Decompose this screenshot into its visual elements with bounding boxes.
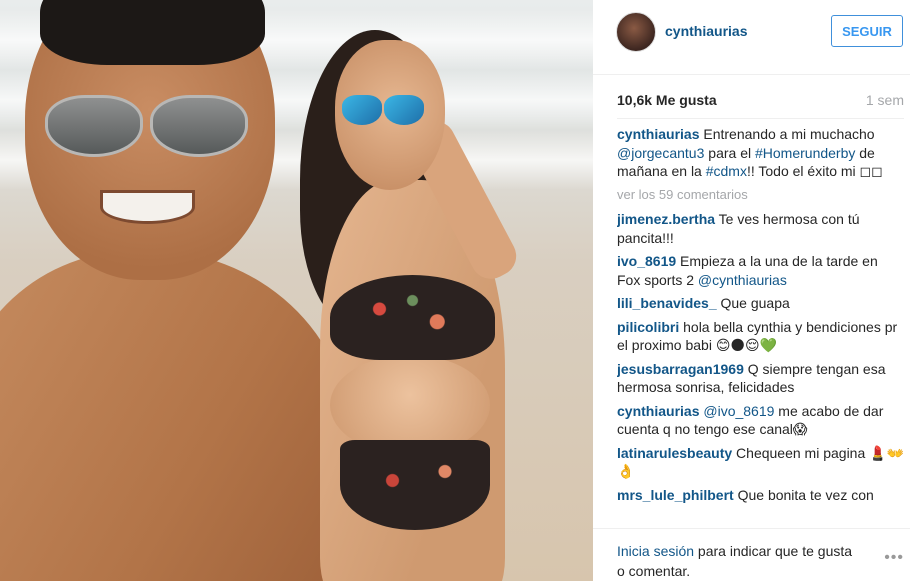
comment-text: Que bonita te vez con (733, 486, 874, 503)
divider (617, 118, 904, 119)
comment-item: jesusbarragan1969 Q siempre tengan esa h… (617, 360, 904, 397)
post-header: cynthiaurias SEGUIR (593, 0, 910, 75)
likes-count: 10,6k Me gusta (617, 92, 717, 108)
comment-text: Que guapa (716, 295, 790, 311)
comment-item: cynthiaurias @ivo_8619 me acabo de dar c… (617, 402, 904, 439)
comment-item: lili_benavides_ Que guapa (617, 294, 904, 313)
avatar[interactable] (616, 12, 656, 52)
post-time[interactable]: 1 sem (866, 92, 904, 108)
follow-button[interactable]: SEGUIR (831, 15, 903, 47)
comment-username[interactable]: pilicolibri (617, 319, 679, 335)
caption-username[interactable]: cynthiaurias (617, 126, 699, 142)
man-hair (40, 0, 265, 65)
more-dots-icon[interactable]: ••• (884, 549, 904, 567)
caption-hashtag[interactable]: #Homerunderby (755, 145, 855, 161)
comment-username[interactable]: lili_benavides_ (617, 295, 717, 311)
comment-username[interactable]: jesusbarragan1969 (617, 361, 744, 377)
comments-list: cynthiaurias Entrenando a mi muchacho @j… (617, 125, 904, 527)
likes-row: 10,6k Me gusta 1 sem (617, 90, 904, 110)
login-link[interactable]: Inicia sesión (617, 543, 694, 559)
comment-item: mrs_lule_philbert Que bonita te vez con (617, 486, 904, 505)
comment-username[interactable]: ivo_8619 (617, 253, 676, 269)
comment-username[interactable]: jimenez.bertha (617, 211, 715, 227)
bikini-top (330, 275, 495, 360)
login-prompt: Inicia sesión para indicar que te gusta … (617, 541, 857, 581)
comment-mention[interactable]: @cynthiaurias (698, 272, 787, 288)
comment-username[interactable]: cynthiaurias (617, 403, 699, 419)
woman-sunglasses-right (384, 95, 424, 125)
login-bar: Inicia sesión para indicar que te gusta … (593, 528, 910, 581)
man-sunglasses-left (45, 95, 143, 157)
caption-hashtag[interactable]: #cdmx (706, 163, 747, 179)
comment-username[interactable]: latinarulesbeauty (617, 445, 732, 461)
caption-text: !! Todo el éxito mi ◻◻ (746, 163, 883, 179)
bikini-bottom (340, 440, 490, 530)
comment-mention[interactable]: @ivo_8619 (699, 403, 774, 419)
comment-username[interactable]: mrs_lule_philbert (617, 487, 734, 503)
caption-mention[interactable]: @jorgecantu3 (617, 145, 704, 161)
post-sidebar: cynthiaurias SEGUIR 10,6k Me gusta 1 sem… (593, 0, 910, 581)
caption: cynthiaurias Entrenando a mi muchacho @j… (617, 125, 904, 181)
view-all-comments-link[interactable]: ver los 59 comentarios (617, 186, 904, 205)
comment-item: ivo_8619 Empieza a la una de la tarde en… (617, 252, 904, 289)
caption-text: para el (704, 144, 755, 161)
comment-item: jimenez.bertha Te ves hermosa con tú pan… (617, 210, 904, 247)
caption-text: Entrenando a mi muchacho (699, 126, 875, 142)
comment-item: latinarulesbeauty Chequeen mi pagina 💄👐👌 (617, 444, 904, 481)
post-photo (0, 0, 593, 581)
man-sunglasses-right (150, 95, 248, 157)
man-torso (0, 250, 350, 581)
man-smile (100, 190, 195, 224)
username-link[interactable]: cynthiaurias (665, 23, 747, 39)
comment-item: pilicolibri hola bella cynthia y bendici… (617, 318, 904, 355)
woman-sunglasses-left (342, 95, 382, 125)
